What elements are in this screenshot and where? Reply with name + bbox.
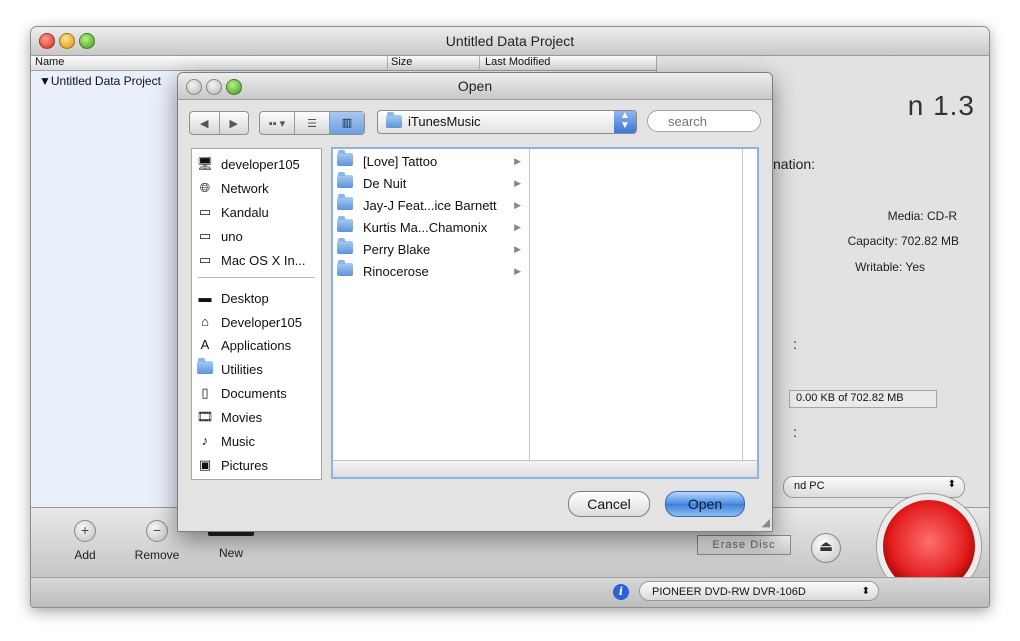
- cancel-button[interactable]: Cancel: [568, 491, 650, 517]
- sidebar-item-movies[interactable]: 🎞︎ Movies: [196, 406, 262, 428]
- desktop-icon: ▬: [198, 290, 212, 305]
- main-titlebar[interactable]: Untitled Data Project: [31, 27, 989, 56]
- column-header-size[interactable]: Size: [391, 56, 412, 68]
- popup-stepper-icon: ⬍: [947, 479, 956, 490]
- section-label-partial-2: :: [793, 424, 797, 440]
- movies-icon: 🎞︎: [196, 409, 214, 424]
- horizontal-scrollbar[interactable]: [333, 460, 757, 477]
- sidebar-item-mac-os-x-install[interactable]: ▭ Mac OS X In...: [196, 249, 306, 271]
- network-globe-icon: 🌐︎: [199, 180, 211, 195]
- disclosure-arrow-icon: ▶: [514, 199, 521, 210]
- list-view-icon[interactable]: ☰: [295, 117, 329, 130]
- folder-icon: [337, 238, 355, 257]
- sidebar-item-uno[interactable]: ▭ uno: [196, 225, 243, 247]
- window-title: Untitled Data Project: [445, 33, 575, 49]
- sidebar-item-home[interactable]: ⌂ Developer105: [196, 311, 302, 333]
- file-list-header: Name Size Last Modified: [31, 56, 656, 71]
- resize-grip-icon[interactable]: ◢: [762, 516, 770, 529]
- disc-usage-text: 0.00 KB of 702.82 MB: [796, 392, 904, 404]
- section-label-partial: :: [793, 336, 797, 352]
- drive-popup[interactable]: PIONEER DVD-RW DVR-106D ⬍: [639, 581, 879, 601]
- folder-icon: [337, 172, 355, 191]
- column-header-name[interactable]: Name: [35, 56, 64, 68]
- add-button[interactable]: + Add: [55, 520, 115, 562]
- sidebar-item-network[interactable]: 🌐︎ Network: [196, 177, 269, 199]
- path-popup-value: iTunesMusic: [408, 114, 481, 129]
- column-header-last-modified[interactable]: Last Modified: [485, 56, 550, 68]
- disclosure-arrow-icon: ▶: [514, 155, 521, 166]
- list-item[interactable]: [Love] Tattoo ▶: [337, 150, 525, 172]
- icon-view-icon[interactable]: ▪▪ ▾: [260, 117, 294, 130]
- dialog-sidebar: 🖥︎ developer105 🌐︎ Network ▭ Kandalu ▭ uno ▭…: [191, 148, 322, 480]
- folder-icon: [337, 260, 355, 279]
- sidebar-item-applications[interactable]: A Applications: [196, 334, 291, 356]
- computer-icon: 🖥︎: [196, 156, 214, 171]
- disclosure-arrow-icon: ▶: [514, 177, 521, 188]
- search-input[interactable]: [647, 110, 761, 132]
- eject-icon[interactable]: ⏏: [811, 533, 841, 563]
- hard-drive-icon: ▭: [198, 252, 212, 267]
- open-button[interactable]: Open: [665, 491, 745, 517]
- sidebar-divider: [198, 277, 315, 278]
- back-arrow-icon[interactable]: ◀: [190, 117, 219, 130]
- drive-popup-value: PIONEER DVD-RW DVR-106D: [652, 586, 806, 598]
- popup-stepper-icon: ▲ ▼: [614, 111, 636, 133]
- home-icon: ⌂: [201, 314, 209, 329]
- path-popup[interactable]: iTunesMusic ▲ ▼: [377, 110, 637, 134]
- folder-icon: [196, 358, 214, 377]
- sidebar-item-kandalu[interactable]: ▭ Kandalu: [196, 201, 269, 223]
- open-dialog: Open ◀ ▶ ▪▪ ▾ ☰ ▥ iTunesMusic ▲▼ 🔍︎ 🖥︎de…: [177, 72, 773, 532]
- add-label: Add: [74, 548, 96, 562]
- back-forward-control: ◀ ▶: [189, 111, 249, 135]
- list-item[interactable]: Kurtis Ma...Chamonix ▶: [337, 216, 525, 238]
- new-label: New: [218, 546, 243, 560]
- sidebar-item-developer105[interactable]: 🖥︎ developer105: [196, 153, 300, 175]
- applications-icon: A: [200, 337, 210, 352]
- dialog-titlebar[interactable]: Open: [178, 73, 772, 100]
- folder-icon: [337, 150, 355, 169]
- sidebar-item-documents[interactable]: ▯ Documents: [196, 382, 286, 404]
- view-mode-control: ▪▪ ▾ ☰ ▥: [259, 111, 365, 135]
- sidebar-item-music[interactable]: ♪ Music: [196, 430, 255, 452]
- erase-disc-button[interactable]: Erase Disc: [697, 535, 791, 555]
- disclosure-arrow-icon: ▶: [514, 221, 521, 232]
- plus-icon: +: [74, 520, 96, 542]
- sidebar-item-utilities[interactable]: Utilities: [196, 358, 263, 380]
- sidebar-item-pictures[interactable]: ▣ Pictures: [196, 454, 268, 476]
- browser-column-1: [Love] Tattoo ▶ De Nuit ▶ Jay-J Feat...ice…: [333, 149, 530, 461]
- music-note-icon: ♪: [201, 433, 209, 448]
- list-item[interactable]: De Nuit ▶: [337, 172, 525, 194]
- dialog-toolbar: ◀ ▶ ▪▪ ▾ ☰ ▥ iTunesMusic ▲▼ 🔍︎: [178, 100, 772, 142]
- remove-label: Remove: [134, 548, 180, 562]
- project-tree-item[interactable]: ▼Untitled Data Project: [39, 74, 161, 88]
- list-item[interactable]: Jay-J Feat...ice Barnett ▶: [337, 194, 525, 216]
- browser-column-2[interactable]: [530, 149, 743, 461]
- list-item[interactable]: Rinocerose ▶: [337, 260, 525, 282]
- disclosure-arrow-icon: ▶: [514, 265, 521, 276]
- column-view-icon[interactable]: ▥: [330, 112, 364, 134]
- format-popup-value: nd PC: [794, 480, 825, 492]
- sidebar-item-desktop[interactable]: ▬ Desktop: [196, 287, 269, 309]
- column-browser: [Love] Tattoo ▶ De Nuit ▶ Jay-J Feat...ice…: [331, 147, 759, 479]
- status-bar: i PIONEER DVD-RW DVR-106D ⬍: [31, 577, 989, 607]
- info-icon[interactable]: i: [613, 584, 629, 600]
- minus-icon: −: [146, 520, 168, 542]
- list-item[interactable]: Perry Blake ▶: [337, 238, 525, 260]
- document-icon: ▯: [201, 385, 209, 400]
- popup-stepper-icon: ⬍: [861, 586, 870, 597]
- disclosure-arrow-icon: ▶: [514, 243, 521, 254]
- info-heading: nation:: [773, 156, 816, 172]
- forward-arrow-icon[interactable]: ▶: [220, 117, 249, 130]
- folder-icon: [337, 216, 355, 235]
- dialog-title: Open: [457, 78, 493, 94]
- hard-drive-icon: ▭: [198, 228, 212, 243]
- folder-icon: [386, 112, 402, 131]
- pictures-icon: ▣: [198, 457, 212, 472]
- folder-icon: [337, 194, 355, 213]
- hard-drive-icon: ▭: [198, 204, 212, 219]
- disc-usage-bar: 0.00 KB of 702.82 MB: [789, 390, 937, 408]
